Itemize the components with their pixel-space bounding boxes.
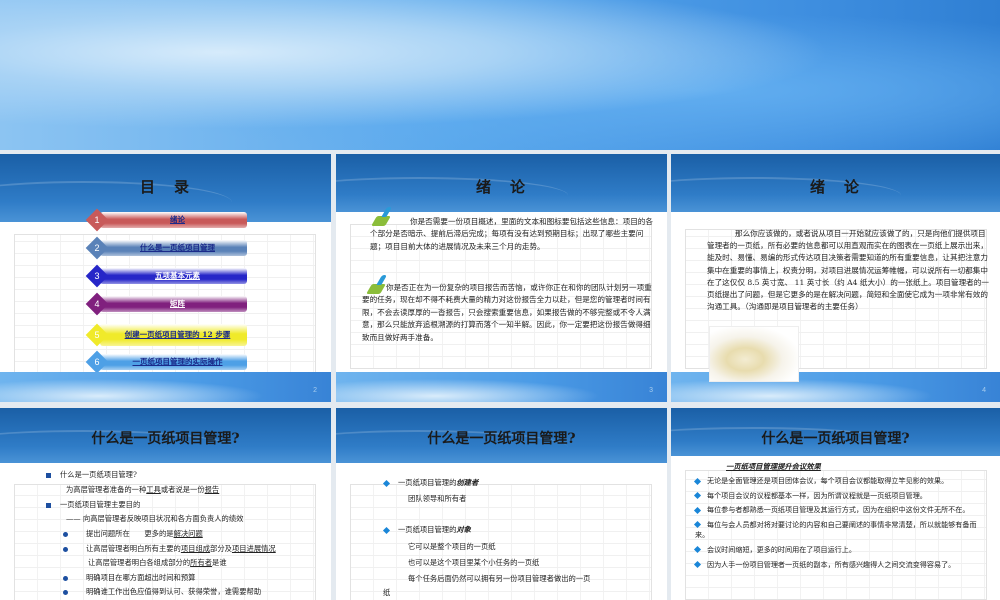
toc-number: 5 — [94, 330, 100, 340]
slide-thumbnail-intro-2[interactable]: 绪 论 那么你应该做的，或者说从项目一开始就应该做了的，只是向他们提供项目管理者… — [671, 154, 1000, 402]
bullet-text: 因为人手一份项目管理者一页纸的副本，所有感兴趣得人之间交流变得容易了。 — [707, 559, 956, 569]
slide-thumbnail-what-is-2[interactable]: 什么是一页纸项目管理? 一页纸项目管理的创建者 团队领导和所有者 一页纸项目管理… — [336, 408, 667, 600]
slide-title: 绪 论 — [809, 178, 861, 196]
slide-title: 什么是一页纸项目管理? — [427, 431, 576, 447]
bullet-sub: —— 向高层管理者反映项目状况和各方面负责人的绩效 — [66, 514, 244, 523]
slide-title: 什么是一页纸项目管理? — [761, 431, 910, 447]
flower-photo — [709, 326, 799, 382]
bullet-sub: 为高层管理者准备的一种工具或者说是一份报告 — [66, 485, 220, 494]
dot-bullet-icon — [63, 575, 68, 581]
page-number: 4 — [982, 387, 986, 394]
slide-title: 绪 论 — [475, 178, 527, 196]
slide-thumbnail-what-is-1[interactable]: 什么是一页纸项目管理? 什么是一页纸项目管理? 为高层管理者准备的一种工具或者说… — [0, 408, 331, 600]
slide-title: 什么是一页纸项目管理? — [91, 431, 240, 447]
bullet-text: 每个项目会议的议程都基本一样，因为所谓议程就是一页纸项目管理。 — [707, 490, 927, 500]
slide-footer — [336, 372, 667, 402]
toc-number: 6 — [94, 357, 100, 367]
bullet-item: 明确谁工作出色应值得到认可、获得荣誉，谁需要帮助 — [63, 587, 261, 597]
toc-item-label: 五项基本元素 — [155, 270, 200, 280]
bullet-text: 每位与会人员都对将对要讨论的内容和自己要阐述的事情非常清楚，所以就能够有备而来。 — [695, 519, 977, 540]
paragraph: 你是否需要一份项目概述，里面的文本和图标要包括这些信息：项目的各个部分是否暗示、… — [370, 217, 653, 251]
square-bullet-icon — [46, 502, 51, 508]
diamond-bullet-icon — [382, 526, 391, 534]
bullet-item: 一页纸项目管理的创建者 — [382, 478, 478, 488]
bullet-item: 每位与会人员都对将对要讨论的内容和自己要阐述的事情非常清楚，所以就能够有备而来。 — [693, 519, 985, 541]
diamond-bullet-icon — [382, 479, 391, 487]
bullet-item: 会议时间缩短，更多的时间用在了项目运行上。 — [693, 544, 985, 556]
diamond-bullet-icon — [693, 546, 702, 554]
toc-item-4[interactable]: 矩阵 — [100, 296, 247, 312]
dot-bullet-icon — [63, 589, 68, 595]
toc-item-label: 什么是一页纸项目管理 — [140, 242, 215, 252]
toc-number: 4 — [94, 299, 100, 309]
bullet-item: 一页纸项目管理主要目的 — [46, 500, 140, 510]
diamond-bullet-icon — [693, 477, 702, 485]
diamond-bullet-icon — [693, 521, 702, 529]
toc-item-label: 一页纸项目管理的实际操作 — [132, 356, 223, 366]
bullet-item: 什么是一页纸项目管理? — [46, 470, 137, 480]
bullet-item: 无论是全面管理还是项目团体会议，每个项目会议都能取得立竿见影的效果。 — [693, 476, 985, 487]
bullet-item: 让高层管理者明白所有主要的项目组成部分及项目进展情况 — [63, 544, 276, 554]
bullet-item: 提出问题所在 更多的是解决问题 — [63, 529, 203, 539]
bullet-sub: 也可以是这个项目里某个小任务的一页纸 — [408, 558, 540, 567]
slide-thumbnail-toc[interactable]: 目 录 绪论 1 什么是一页纸项目管理 2 五项基本元素 3 矩阵 4 创建一页纸项目管理的 1… — [0, 154, 331, 402]
bullet-item: 明确项目在哪方面超出时间和预算 — [63, 573, 195, 583]
toc-item-3[interactable]: 五项基本元素 — [100, 268, 247, 284]
slide-footer — [0, 372, 331, 402]
bullet-sub: 让高层管理者明白各组成部分的所有者是谁 — [88, 558, 227, 567]
bullet-text: 每位参与者都熟悉一页纸项目管理及其运行方式，因为在组织中这份文件无所不在。 — [707, 505, 970, 515]
page-number: 2 — [313, 387, 317, 394]
bullet-item: 因为人手一份项目管理者一页纸的副本，所有感兴趣得人之间交流变得容易了。 — [693, 559, 985, 571]
toc-item-2[interactable]: 什么是一页纸项目管理 — [100, 240, 247, 256]
toc-item-label: 矩阵 — [170, 298, 185, 308]
slide-subtitle: 一页纸项目管理提升会议效果 — [726, 462, 821, 471]
toc-item-label: 创建一页纸项目管理的 12 步骤 — [124, 329, 231, 339]
dot-bullet-icon — [63, 546, 68, 552]
diamond-bullet-icon — [693, 561, 702, 569]
dot-bullet-icon — [63, 531, 68, 537]
toc-number: 2 — [94, 243, 100, 253]
slide-title: 目 录 — [139, 178, 191, 196]
bullet-sub: 纸 — [383, 588, 391, 597]
slide-thumbnail-intro-1[interactable]: 绪 论 你是否需要一份项目概述，里面的文本和图标要包括这些信息：项目的各个部分是… — [336, 154, 667, 402]
diamond-bullet-icon — [693, 492, 702, 500]
bullet-item: 每位参与者都熟悉一页纸项目管理及其运行方式，因为在组织中这份文件无所不在。 — [693, 505, 985, 516]
square-bullet-icon — [46, 472, 51, 478]
toc-item-5[interactable]: 创建一页纸项目管理的 12 步骤 — [100, 324, 247, 346]
toc-item-6[interactable]: 一页纸项目管理的实际操作 — [100, 354, 247, 370]
bullet-sub: 它可以是整个项目的一页纸 — [408, 542, 496, 551]
bullet-text: 会议时间缩短，更多的时间用在了项目运行上。 — [707, 544, 856, 554]
toc-number: 3 — [94, 271, 100, 281]
toc-item-label: 绪论 — [170, 214, 185, 224]
slide-thumbnail-what-is-3[interactable]: 什么是一页纸项目管理? 一页纸项目管理提升会议效果 无论是全面管理还是项目团体会… — [671, 408, 1000, 600]
bullet-sub: 每个任务后面仍然可以拥有另一份项目管理者做出的一页 — [408, 574, 591, 583]
bullet-text: 无论是全面管理还是项目团体会议，每个项目会议都能取得立竿见影的效果。 — [707, 476, 949, 485]
paragraph: 那么你应该做的，或者说从项目一开始就应该做了的，只是向他们提供项目管理者的一页纸… — [707, 229, 989, 312]
bullet-item: 一页纸项目管理的对象 — [382, 525, 471, 535]
diamond-bullet-icon — [693, 506, 702, 514]
bullet-item: 每个项目会议的议程都基本一样，因为所谓议程就是一页纸项目管理。 — [693, 490, 985, 502]
toc-item-1[interactable]: 绪论 — [100, 212, 247, 228]
sky-banner — [0, 0, 1000, 150]
bullet-sub: 团队领导和所有者 — [408, 494, 467, 503]
paragraph: 你是否正在为一份复杂的项目报告而苦恼，或许你正在和你的团队计划另一项重要的任务，… — [362, 283, 652, 342]
page-number: 3 — [649, 387, 653, 394]
toc-number: 1 — [94, 215, 100, 225]
